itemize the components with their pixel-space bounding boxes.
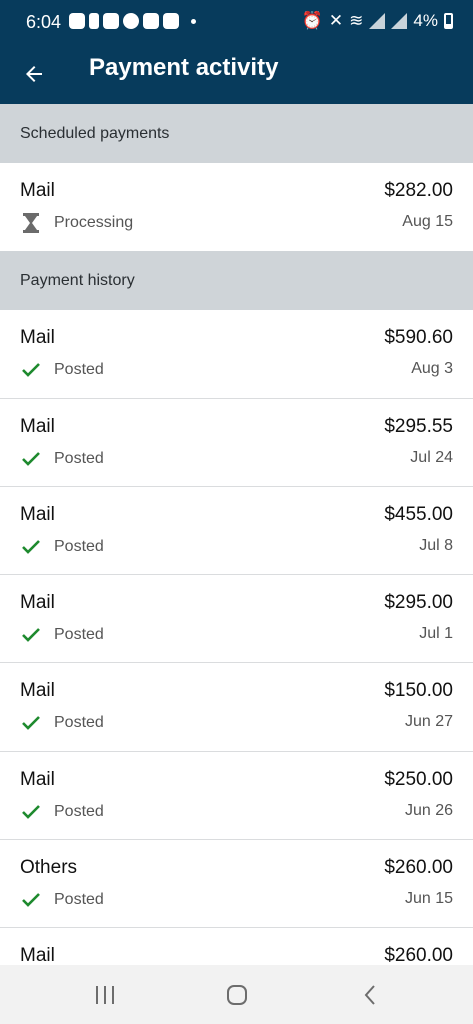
- history-payment-row[interactable]: Mail $260.00: [0, 928, 473, 965]
- payment-amount: $282.00: [384, 180, 453, 201]
- payee-name: Mail: [20, 592, 55, 614]
- verified-icon: [123, 13, 139, 29]
- status-label: Posted: [54, 449, 104, 467]
- payment-amount: $455.00: [384, 503, 453, 525]
- status-label: Processing: [54, 214, 134, 231]
- payment-amount: $260.00: [384, 857, 453, 879]
- history-payment-row[interactable]: Mail $150.00 Posted Jun 27: [0, 663, 473, 752]
- history-payment-row[interactable]: Mail $295.55 Posted Jul 24: [0, 398, 473, 487]
- status-label: Posted: [54, 714, 104, 732]
- check-icon: [20, 359, 42, 381]
- recent-apps-icon: [96, 986, 114, 1004]
- status-label: Posted: [54, 361, 104, 379]
- battery-icon: [444, 13, 453, 29]
- payment-list[interactable]: Scheduled payments Mail $282.00 Processi…: [0, 104, 473, 965]
- status-label: Posted: [54, 626, 104, 644]
- history-payment-row[interactable]: Mail $455.00 Posted Jul 8: [0, 486, 473, 576]
- payment-status: Posted: [20, 448, 104, 470]
- status-label: Posted: [54, 537, 104, 555]
- notification-icons: [69, 13, 196, 29]
- payment-date: Aug 15: [402, 213, 453, 230]
- payment-date: Jun 15: [404, 890, 453, 908]
- history-payment-row[interactable]: Others $260.00 Posted Jun 15: [0, 840, 473, 929]
- payee-name: Mail: [20, 180, 55, 201]
- payment-date: Jun 26: [404, 801, 453, 819]
- payment-amount: $250.00: [384, 768, 453, 790]
- payee-name: Others: [20, 857, 78, 879]
- back-button[interactable]: [12, 50, 56, 98]
- check-icon: [20, 712, 42, 734]
- payment-status: Processing: [20, 212, 133, 234]
- youtube-icon: [163, 13, 179, 29]
- status-bar: 6:04 ⏰ ✕ ≋ 4%: [0, 0, 473, 44]
- payment-date: Jul 1: [419, 625, 453, 643]
- payee-name: Mail: [20, 503, 55, 525]
- payment-amount: $590.60: [384, 327, 453, 349]
- scheduled-payment-row[interactable]: Mail $282.00 Processing Aug 15: [0, 163, 473, 252]
- payment-status: Posted: [20, 712, 104, 734]
- payment-status: Posted: [20, 536, 104, 558]
- check-icon: [20, 889, 42, 911]
- payment-status: Posted: [20, 889, 104, 911]
- back-nav-button[interactable]: [350, 979, 390, 1011]
- payment-amount: $150.00: [384, 680, 453, 702]
- payee-name: Mail: [20, 768, 55, 790]
- battery-percent: 4%: [413, 11, 438, 30]
- page-title: Payment activity: [89, 54, 279, 81]
- payee-name: Mail: [20, 415, 55, 437]
- home-button[interactable]: [217, 979, 257, 1011]
- payee-name: Mail: [20, 327, 55, 349]
- check-icon: [20, 448, 42, 470]
- home-icon: [227, 985, 247, 1005]
- system-icons: ⏰ ✕ ≋ 4%: [302, 11, 453, 31]
- wifi-icon: ≋: [349, 11, 364, 30]
- app-bar: Payment activity: [0, 44, 473, 104]
- payment-status: Posted: [20, 359, 104, 381]
- payment-status: Posted: [20, 801, 104, 823]
- alert-icon: [89, 13, 99, 29]
- hourglass-icon: [20, 212, 42, 234]
- payment-date: Jul 8: [419, 536, 453, 554]
- payment-status: Posted: [20, 624, 104, 646]
- section-header-scheduled: Scheduled payments: [0, 104, 473, 163]
- payment-date: Aug 3: [411, 360, 453, 378]
- payment-amount: $295.00: [384, 592, 453, 614]
- youtube-icon: [103, 13, 119, 29]
- alarm-icon: ⏰: [301, 11, 323, 30]
- instagram-icon: [69, 13, 85, 29]
- status-time: 6:04: [26, 12, 62, 32]
- history-payment-row[interactable]: Mail $250.00 Posted Jun 26: [0, 751, 473, 841]
- history-payment-row[interactable]: Mail $295.00 Posted Jul 1: [0, 575, 473, 664]
- chevron-left-icon: [364, 985, 375, 1005]
- signal-icon: [369, 13, 386, 29]
- section-header-history: Payment history: [0, 251, 473, 311]
- more-notifications-icon: [191, 18, 196, 24]
- recent-apps-button[interactable]: [85, 979, 125, 1011]
- system-nav-bar: [0, 965, 473, 1024]
- payment-date: Jul 24: [410, 448, 453, 466]
- check-icon: [20, 624, 42, 646]
- payee-name: Mail: [20, 945, 55, 965]
- youtube-icon: [143, 13, 159, 29]
- signal-icon: [391, 13, 408, 29]
- status-label: Posted: [54, 802, 104, 820]
- status-label: Posted: [54, 891, 104, 909]
- history-payment-row[interactable]: Mail $590.60 Posted Aug 3: [0, 310, 473, 399]
- payment-date: Jun 27: [404, 713, 453, 731]
- payment-amount: $260.00: [384, 945, 453, 965]
- check-icon: [20, 536, 42, 558]
- payee-name: Mail: [20, 680, 55, 702]
- mute-icon: ✕: [328, 11, 344, 30]
- check-icon: [20, 801, 42, 823]
- payment-amount: $295.55: [384, 415, 453, 437]
- back-arrow-icon: [26, 66, 42, 82]
